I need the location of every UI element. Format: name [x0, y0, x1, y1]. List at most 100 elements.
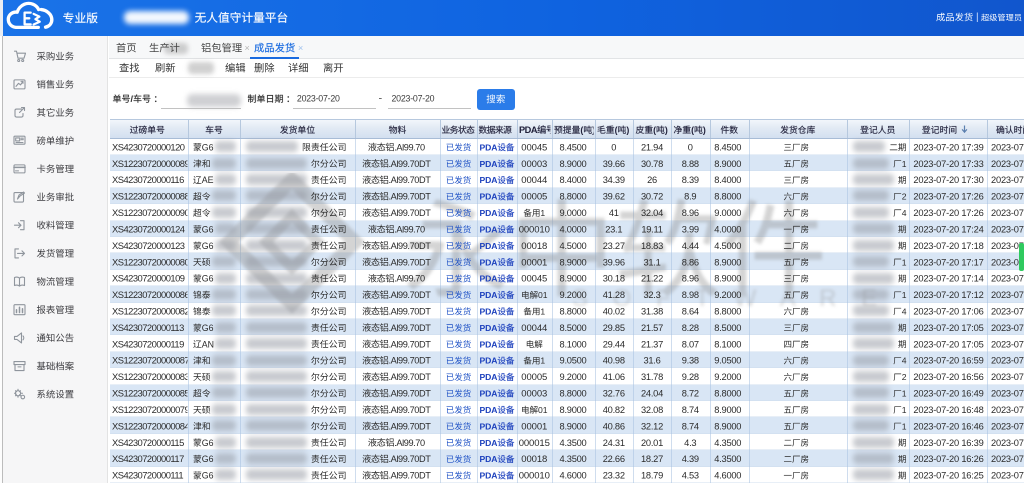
svg-text:39.66: 39.66 — [603, 159, 625, 169]
svg-text:G6: G6 — [202, 454, 214, 464]
svg-text:(: ( — [580, 125, 583, 135]
svg-text:-: - — [379, 93, 383, 105]
svg-text:21.22: 21.22 — [641, 274, 663, 284]
svg-text:XS12230720000088: XS12230720000088 — [112, 191, 189, 202]
svg-text:XS4230720000113: XS4230720000113 — [112, 322, 184, 333]
svg-text:.Al99.70DT: .Al99.70DT — [388, 339, 431, 349]
svg-text:00044: 00044 — [521, 175, 547, 186]
svg-text:XS4230720000117: XS4230720000117 — [112, 453, 184, 464]
svg-text:8.5000: 8.5000 — [714, 323, 741, 333]
svg-text:41.28: 41.28 — [603, 290, 625, 300]
svg-text:4.3500: 4.3500 — [714, 454, 741, 464]
svg-text:1: 1 — [902, 290, 907, 300]
svg-text:39.96: 39.96 — [603, 257, 625, 267]
svg-text:PDA: PDA — [480, 372, 498, 382]
svg-text:18.27: 18.27 — [641, 454, 663, 464]
svg-text:XS4230720000123: XS4230720000123 — [112, 240, 185, 251]
svg-text:/: / — [131, 94, 134, 104]
svg-text:2023-07-20 17:33: 2023-07-20 17:33 — [913, 159, 983, 169]
svg-text:PDA: PDA — [480, 274, 498, 284]
svg-text:4: 4 — [902, 356, 907, 366]
svg-text:30.72: 30.72 — [641, 192, 663, 202]
svg-text:PDA: PDA — [480, 421, 498, 431]
svg-text:000010: 000010 — [519, 224, 550, 235]
svg-text:32.3: 32.3 — [643, 290, 660, 300]
svg-text:29.44: 29.44 — [603, 339, 625, 349]
svg-text:8.64: 8.64 — [682, 307, 699, 317]
svg-text:19.11: 19.11 — [641, 224, 662, 234]
svg-text:1: 1 — [902, 159, 907, 169]
svg-text:00001: 00001 — [521, 257, 547, 268]
svg-text:PDA: PDA — [480, 208, 498, 218]
svg-text:2023-07-2: 2023-07-2 — [991, 471, 1024, 481]
svg-text:PDA: PDA — [480, 307, 498, 317]
svg-text:PDA: PDA — [480, 405, 498, 415]
svg-text:): ) — [665, 125, 668, 135]
svg-text:XS12230720000087: XS12230720000087 — [112, 355, 189, 366]
svg-text:.Al99.70DT: .Al99.70DT — [388, 471, 431, 481]
svg-text:AE: AE — [202, 175, 214, 185]
svg-text:01: 01 — [538, 405, 548, 415]
svg-text:00045: 00045 — [521, 274, 547, 285]
svg-text:24.04: 24.04 — [641, 389, 663, 399]
svg-text:2023-07-2: 2023-07-2 — [991, 175, 1024, 185]
svg-text:2023-07-2: 2023-07-2 — [991, 159, 1024, 169]
svg-text:4.3: 4.3 — [684, 438, 696, 448]
svg-text:.Al99.70: .Al99.70 — [394, 224, 425, 234]
svg-text:9.2000: 9.2000 — [714, 290, 741, 300]
svg-text:9.0000: 9.0000 — [714, 208, 741, 218]
svg-text:PDA: PDA — [480, 356, 498, 366]
svg-text:PDA: PDA — [480, 290, 498, 300]
svg-text:2023-07-20 17:05: 2023-07-20 17:05 — [913, 339, 983, 349]
svg-text:23.27: 23.27 — [603, 241, 625, 251]
svg-text:2023-07-2: 2023-07-2 — [991, 372, 1024, 382]
svg-text:2023-07-20 17:24: 2023-07-20 17:24 — [913, 224, 983, 234]
svg-text:40.02: 40.02 — [603, 307, 625, 317]
svg-text:8.9000: 8.9000 — [560, 257, 587, 267]
svg-text:.Al99.70: .Al99.70 — [394, 438, 425, 448]
svg-text:2023-07-2: 2023-07-2 — [991, 323, 1024, 333]
svg-text:4.6000: 4.6000 — [714, 471, 741, 481]
svg-text:8.98: 8.98 — [682, 290, 699, 300]
svg-text:2: 2 — [902, 372, 907, 382]
svg-text:.Al99.70DT: .Al99.70DT — [388, 454, 431, 464]
svg-text:2: 2 — [902, 192, 907, 202]
svg-text:8.28: 8.28 — [682, 323, 699, 333]
svg-text:PDA: PDA — [480, 224, 498, 234]
svg-text:8.9000: 8.9000 — [714, 274, 741, 284]
svg-text:PDA: PDA — [480, 142, 498, 152]
svg-text:9.28: 9.28 — [682, 372, 699, 382]
svg-text:9.38: 9.38 — [682, 356, 699, 366]
svg-text:8.9000: 8.9000 — [560, 405, 587, 415]
svg-text:32.12: 32.12 — [641, 421, 663, 431]
svg-text:21.57: 21.57 — [641, 323, 663, 333]
svg-text:XS12230720000079: XS12230720000079 — [112, 404, 189, 415]
svg-text:PDA: PDA — [480, 192, 498, 202]
svg-text:8.8000: 8.8000 — [560, 389, 587, 399]
svg-text:XS12230720000080: XS12230720000080 — [112, 256, 189, 267]
svg-text:1: 1 — [540, 307, 545, 317]
svg-text:4: 4 — [902, 307, 907, 317]
svg-text:AN: AN — [202, 339, 214, 349]
svg-text:.Al99.70DT: .Al99.70DT — [388, 356, 431, 366]
svg-text:.Al99.70DT: .Al99.70DT — [388, 192, 431, 202]
svg-text:.Al99.70DT: .Al99.70DT — [388, 257, 431, 267]
svg-text:.Al99.70DT: .Al99.70DT — [388, 159, 431, 169]
svg-text:2023-07-20 17:12: 2023-07-20 17:12 — [913, 290, 983, 300]
svg-text:PDA: PDA — [480, 159, 498, 169]
svg-text:8.9000: 8.9000 — [560, 421, 587, 431]
svg-text:): ) — [626, 125, 629, 135]
svg-text:2023-07-20 17:30: 2023-07-20 17:30 — [913, 175, 983, 185]
svg-text:PDA: PDA — [480, 389, 498, 399]
svg-text:2023-07-2: 2023-07-2 — [991, 224, 1024, 234]
svg-text:1: 1 — [902, 421, 907, 431]
svg-text:|: | — [976, 12, 979, 23]
svg-text:2023-07-2: 2023-07-2 — [991, 389, 1024, 399]
svg-text:G6: G6 — [202, 438, 214, 448]
svg-text:9.0000: 9.0000 — [560, 208, 587, 218]
svg-text:40.98: 40.98 — [603, 356, 625, 366]
svg-text:4.53: 4.53 — [682, 471, 699, 481]
svg-text:PDA: PDA — [480, 257, 498, 267]
svg-text:00001: 00001 — [521, 421, 547, 432]
svg-text:1: 1 — [902, 257, 907, 267]
